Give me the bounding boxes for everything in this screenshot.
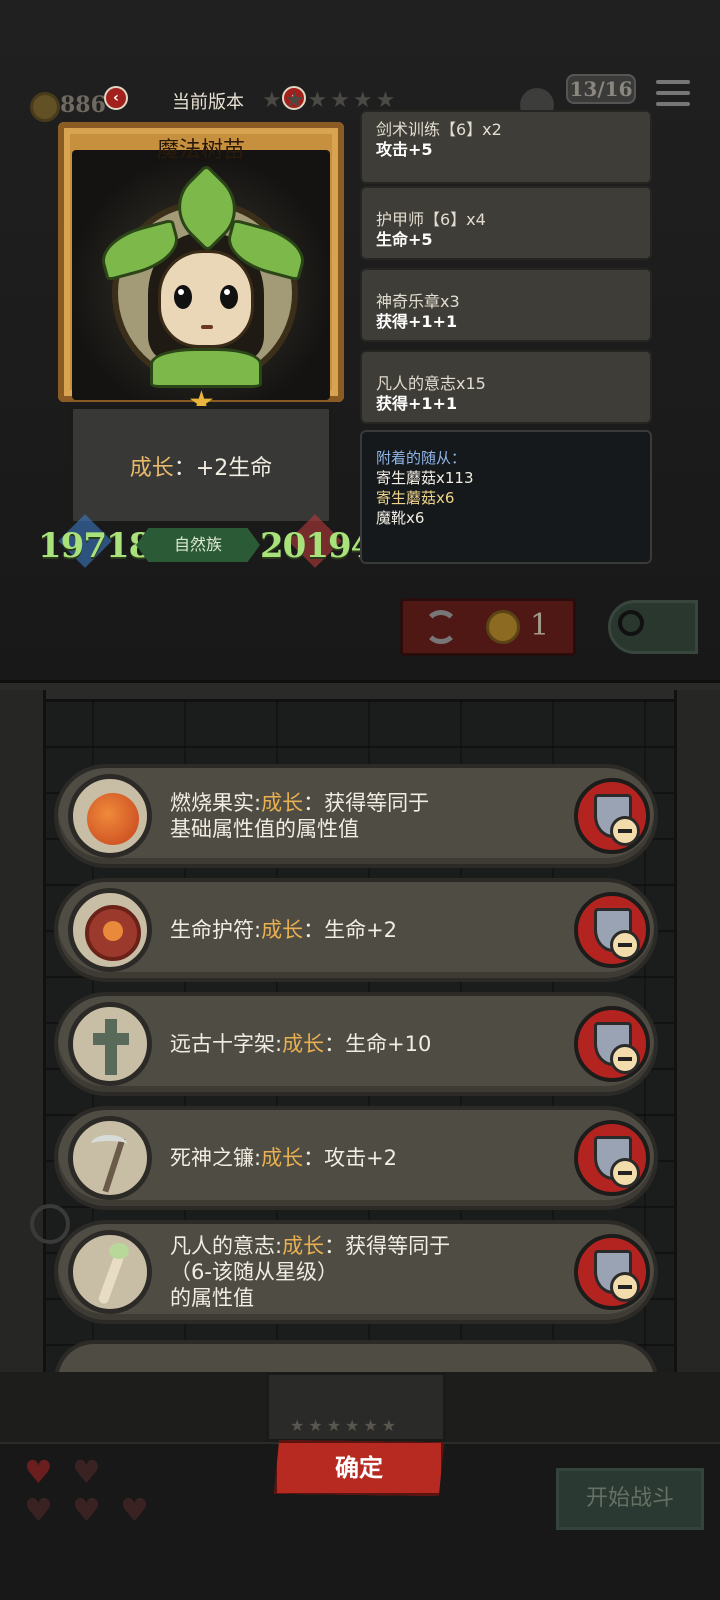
hero-health: 20194 <box>260 526 374 566</box>
hero-attack: 19718 <box>38 526 152 566</box>
item-name: 远古十字架: <box>170 1032 283 1056</box>
menu-icon[interactable] <box>656 80 690 110</box>
version-label: 当前版本 <box>172 92 244 113</box>
coin-icon <box>30 92 60 122</box>
buff-value: 攻击+5 <box>376 140 433 159</box>
item-name: 死神之镰: <box>170 1146 262 1170</box>
bench-hero-stars: ★★★★★★ <box>290 1416 401 1435</box>
hero-eye-left <box>174 285 192 309</box>
remove-item-button[interactable] <box>574 1006 650 1082</box>
tribe-badge: 自然族 <box>136 528 260 562</box>
buff-item: 剑术训练【6】x2 攻击+5 <box>360 110 652 184</box>
remove-item-button[interactable] <box>574 1120 650 1196</box>
item-keyword: 成长 <box>261 918 304 942</box>
attached-title: 附着的随从： <box>376 449 467 467</box>
coin-count: 886 <box>60 92 106 118</box>
panel-divider <box>0 680 720 702</box>
buff-item: 凡人的意志x15 获得+1+1 <box>360 350 652 424</box>
item-keyword: 成长 <box>261 791 304 815</box>
remove-item-button[interactable] <box>574 778 650 854</box>
item-name: 生命护符: <box>170 918 262 942</box>
prev-version-button[interactable]: ‹ <box>104 86 128 110</box>
item-effect: ：生命+10 <box>324 1032 432 1056</box>
item-description: 凡人的意志:成长：获得等同于 （6-该随从星级） 的属性值 <box>170 1224 570 1320</box>
buff-title: 护甲师【6】x4 <box>376 210 486 229</box>
heart-icon: ♥ <box>24 1491 53 1529</box>
item-effect: ：获得等同于 <box>303 791 430 815</box>
item-effect: ：生命+2 <box>303 918 398 942</box>
refresh-icon <box>424 610 458 644</box>
round-counter: 13/16 <box>566 74 636 104</box>
heart-icon: ♥ <box>72 1491 101 1529</box>
item-description: 远古十字架:成长：生命+10 <box>170 996 570 1092</box>
item-effect-line2: （6-该随从星级） <box>170 1260 338 1284</box>
buff-item: 护甲师【6】x4 生命+5 <box>360 186 652 260</box>
hero-mouth <box>201 325 213 329</box>
attached-minions-box: 附着的随从： 寄生蘑菇x113 寄生蘑菇x6 魔靴x6 <box>360 430 652 564</box>
confirm-button[interactable]: 确定 <box>274 1440 444 1496</box>
item-effect: ：获得等同于 <box>324 1234 451 1258</box>
equipment-item: 死神之镰:成长：攻击+2 <box>54 1106 658 1210</box>
item-effect-line3: 的属性值 <box>170 1286 254 1310</box>
minus-icon <box>610 1272 640 1302</box>
attached-line: 寄生蘑菇x6 <box>376 489 455 507</box>
buff-title: 剑术训练【6】x2 <box>376 120 502 139</box>
buff-value: 生命+5 <box>376 230 433 249</box>
minus-icon <box>610 1044 640 1074</box>
buff-item: 神奇乐章x3 获得+1+1 <box>360 268 652 342</box>
ancient-cross-icon <box>68 1002 152 1086</box>
minus-icon <box>610 816 640 846</box>
hero-collar <box>150 348 262 388</box>
growth-colon: ： <box>173 456 196 481</box>
growth-value: +2生命 <box>195 456 273 481</box>
item-keyword: 成长 <box>282 1234 325 1258</box>
equipment-item: 凡人的意志:成长：获得等同于 （6-该随从星级） 的属性值 <box>54 1220 658 1324</box>
growth-keyword: 成长 <box>129 456 174 481</box>
hero-growth-text: 成长：+2生命 <box>70 450 332 482</box>
item-effect-line2: 基础属性值的属性值 <box>170 817 359 841</box>
search-icon <box>618 610 644 636</box>
item-keyword: 成长 <box>261 1146 304 1170</box>
equipment-item: 生命护符:成长：生命+2 <box>54 878 658 982</box>
minus-icon <box>610 930 640 960</box>
reroll-cost: 1 <box>530 608 550 643</box>
wall-pillar-left <box>0 690 46 1470</box>
buff-value: 获得+1+1 <box>376 394 458 413</box>
coin-icon <box>486 610 520 644</box>
hero-eye-right <box>220 285 238 309</box>
side-search-icon <box>30 1204 70 1244</box>
hero-name: 魔法树苗 <box>156 138 245 163</box>
attached-line: 魔靴x6 <box>376 509 425 527</box>
item-description: 燃烧果实:成长：获得等同于 基础属性值的属性值 <box>170 768 570 864</box>
death-scythe-icon <box>68 1116 152 1200</box>
remove-item-button[interactable] <box>574 892 650 968</box>
item-name: 燃烧果实: <box>170 791 262 815</box>
mortal-will-icon <box>68 1230 152 1314</box>
heart-icon: ♥ <box>72 1453 101 1491</box>
equipment-item: 远古十字架:成长：生命+10 <box>54 992 658 1096</box>
buff-title: 凡人的意志x15 <box>376 374 486 393</box>
buff-value: 获得+1+1 <box>376 312 458 331</box>
hero-face <box>158 250 254 348</box>
wall-pillar-right <box>674 690 720 1470</box>
lives-indicator: ♥ ♥ ♥ ♥ ♥ <box>20 1456 160 1536</box>
attached-line: 寄生蘑菇x113 <box>376 469 474 487</box>
minus-icon <box>610 1158 640 1188</box>
item-description: 生命护符:成长：生命+2 <box>170 882 570 978</box>
equipment-item: 燃烧果实:成长：获得等同于 基础属性值的属性值 <box>54 764 658 868</box>
burning-fruit-icon <box>68 774 152 858</box>
item-effect: ：攻击+2 <box>303 1146 398 1170</box>
start-battle-button[interactable]: 开始战斗 <box>556 1468 704 1530</box>
buff-title: 神奇乐章x3 <box>376 292 460 311</box>
heart-icon: ♥ <box>24 1453 53 1491</box>
item-keyword: 成长 <box>282 1032 325 1056</box>
heart-icon: ♥ <box>120 1491 149 1529</box>
item-name: 凡人的意志: <box>170 1234 283 1258</box>
item-description: 死神之镰:成长：攻击+2 <box>170 1110 570 1206</box>
remove-item-button[interactable] <box>574 1234 650 1310</box>
life-amulet-icon <box>68 888 152 972</box>
